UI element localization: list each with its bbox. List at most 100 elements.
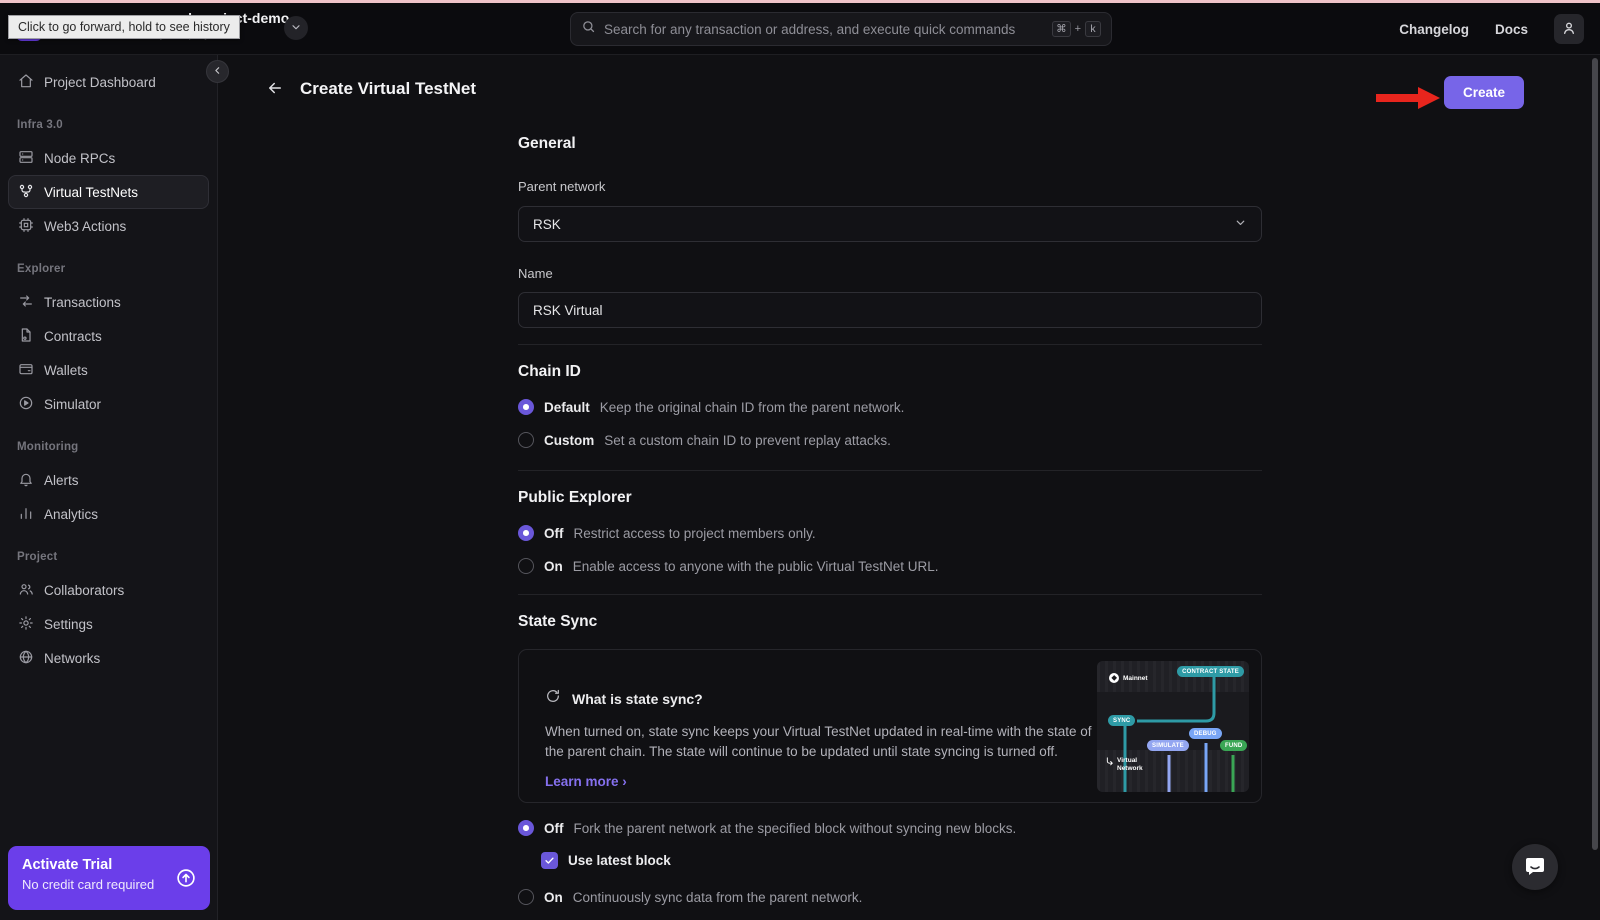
section-divider <box>518 470 1262 471</box>
cpu-icon <box>18 217 34 236</box>
sidebar-item-label: Alerts <box>44 473 79 488</box>
mainnet-icon <box>1109 673 1119 683</box>
sidebar-item-networks[interactable]: Networks <box>8 641 209 675</box>
sidebar-item-label: Wallets <box>44 363 88 378</box>
radio-label: On <box>544 559 563 574</box>
chat-bubble-icon <box>1523 854 1547 881</box>
sidebar-collapse-button[interactable] <box>206 60 229 83</box>
use-latest-block-row[interactable]: Use latest block <box>541 852 1262 869</box>
play-circle-icon <box>18 395 34 414</box>
radio-selected-icon[interactable] <box>518 525 534 541</box>
sidebar-item-label: Settings <box>44 617 93 632</box>
k-key: k <box>1085 21 1101 37</box>
scrollbar-thumb[interactable] <box>1592 58 1598 850</box>
sidebar-item-label: Analytics <box>44 507 98 522</box>
sidebar-item-wallets[interactable]: Wallets <box>8 353 209 387</box>
radio-label: Default <box>544 400 590 415</box>
radio-unselected-icon[interactable] <box>518 889 534 905</box>
public-explorer-option-on[interactable]: On Enable access to anyone with the publ… <box>518 558 1262 574</box>
project-switcher-button[interactable] <box>284 16 308 40</box>
top-edge-strip <box>0 0 1600 3</box>
sidebar-item-analytics[interactable]: Analytics <box>8 497 209 531</box>
radio-description: Fork the parent network at the specified… <box>574 821 1017 836</box>
search-icon <box>581 19 596 39</box>
plus-sign: + <box>1075 23 1081 35</box>
learn-more-link[interactable]: Learn more › <box>545 774 627 789</box>
sidebar-item-alerts[interactable]: Alerts <box>8 463 209 497</box>
sidebar: Project Dashboard Infra 3.0 Node RPCs Vi… <box>0 55 218 920</box>
radio-selected-icon[interactable] <box>518 399 534 415</box>
sidebar-section-explorer: Explorer <box>17 263 200 275</box>
sidebar-item-label: Web3 Actions <box>44 219 126 234</box>
state-sync-option-off[interactable]: Off Fork the parent network at the speci… <box>518 820 1262 836</box>
search-input[interactable] <box>604 22 1044 37</box>
chain-id-option-custom[interactable]: Custom Set a custom chain ID to prevent … <box>518 432 1262 448</box>
back-button[interactable] <box>266 79 284 100</box>
create-button[interactable]: Create <box>1444 76 1524 109</box>
browser-tooltip: Click to go forward, hold to see history <box>8 15 240 39</box>
home-icon <box>18 73 34 92</box>
sidebar-item-node-rpcs[interactable]: Node RPCs <box>8 141 209 175</box>
checkbox-label: Use latest block <box>568 853 671 868</box>
sidebar-section-monitoring: Monitoring <box>17 441 200 453</box>
radio-selected-icon[interactable] <box>518 820 534 836</box>
sidebar-item-contracts[interactable]: Contracts <box>8 319 209 353</box>
chat-widget-button[interactable] <box>1512 844 1558 890</box>
sidebar-item-label: Contracts <box>44 329 102 344</box>
sidebar-item-simulator[interactable]: Simulator <box>8 387 209 421</box>
wallet-icon <box>18 361 34 380</box>
chain-id-option-default[interactable]: Default Keep the original chain ID from … <box>518 399 1262 415</box>
radio-description: Restrict access to project members only. <box>574 526 816 541</box>
bell-icon <box>18 471 34 490</box>
section-heading-public-explorer: Public Explorer <box>518 489 1262 507</box>
arrow-up-circle-icon <box>175 867 197 894</box>
git-network-icon <box>18 183 34 202</box>
main-content: Create Virtual TestNet Create General Pa… <box>219 55 1600 920</box>
radio-unselected-icon[interactable] <box>518 558 534 574</box>
top-bar: my-rsk-project-demo my-rsk-project ⌘ + k… <box>0 3 1600 55</box>
radio-label: On <box>544 890 563 905</box>
radio-description: Set a custom chain ID to prevent replay … <box>604 433 891 448</box>
sync-card-body: When turned on, state sync keeps your Vi… <box>545 722 1100 761</box>
radio-label: Off <box>544 821 564 836</box>
user-avatar-button[interactable] <box>1554 14 1584 44</box>
parent-network-select[interactable]: RSK <box>518 206 1262 242</box>
app-page: my-rsk-project-demo my-rsk-project ⌘ + k… <box>0 0 1600 920</box>
state-sync-illustration: Mainnet CONTRACT STATE SYNC DEBUG SIMULA… <box>1097 661 1249 792</box>
chevron-left-icon <box>212 65 223 79</box>
state-sync-option-on[interactable]: On Continuously sync data from the paren… <box>518 889 1262 905</box>
checkbox-checked-icon[interactable] <box>541 852 558 869</box>
sidebar-item-settings[interactable]: Settings <box>8 607 209 641</box>
public-explorer-option-off[interactable]: Off Restrict access to project members o… <box>518 525 1262 541</box>
sync-badge: SYNC <box>1108 715 1135 726</box>
sidebar-item-virtual-testnets[interactable]: Virtual TestNets <box>8 175 209 209</box>
radio-label: Off <box>544 526 564 541</box>
arrow-left-icon <box>266 85 284 100</box>
sync-card-title: What is state sync? <box>572 691 703 707</box>
changelog-link[interactable]: Changelog <box>1399 22 1469 37</box>
page-title: Create Virtual TestNet <box>300 79 476 99</box>
activate-trial-card[interactable]: Activate Trial No credit card required <box>8 846 210 910</box>
radio-label: Custom <box>544 433 594 448</box>
sidebar-item-web3-actions[interactable]: Web3 Actions <box>8 209 209 243</box>
chevron-down-icon <box>1234 216 1247 232</box>
cmd-key: ⌘ <box>1052 21 1071 37</box>
docs-link[interactable]: Docs <box>1495 22 1528 37</box>
radio-description: Continuously sync data from the parent n… <box>573 890 863 905</box>
global-search[interactable]: ⌘ + k <box>570 12 1112 46</box>
sidebar-item-transactions[interactable]: Transactions <box>8 285 209 319</box>
section-divider <box>518 344 1262 345</box>
sidebar-item-project-dashboard[interactable]: Project Dashboard <box>8 65 209 99</box>
debug-badge: DEBUG <box>1189 728 1222 739</box>
sidebar-item-collaborators[interactable]: Collaborators <box>8 573 209 607</box>
name-input[interactable]: RSK Virtual <box>518 292 1262 328</box>
section-heading-state-sync: State Sync <box>518 613 1262 631</box>
sidebar-item-label: Transactions <box>44 295 121 310</box>
topbar-links: Changelog Docs <box>1399 3 1584 55</box>
sidebar-item-label: Project Dashboard <box>44 75 156 90</box>
swap-arrows-icon <box>18 293 34 312</box>
radio-unselected-icon[interactable] <box>518 432 534 448</box>
sidebar-item-label: Node RPCs <box>44 151 115 166</box>
name-label: Name <box>518 266 1262 281</box>
branch-icon <box>1106 757 1114 769</box>
